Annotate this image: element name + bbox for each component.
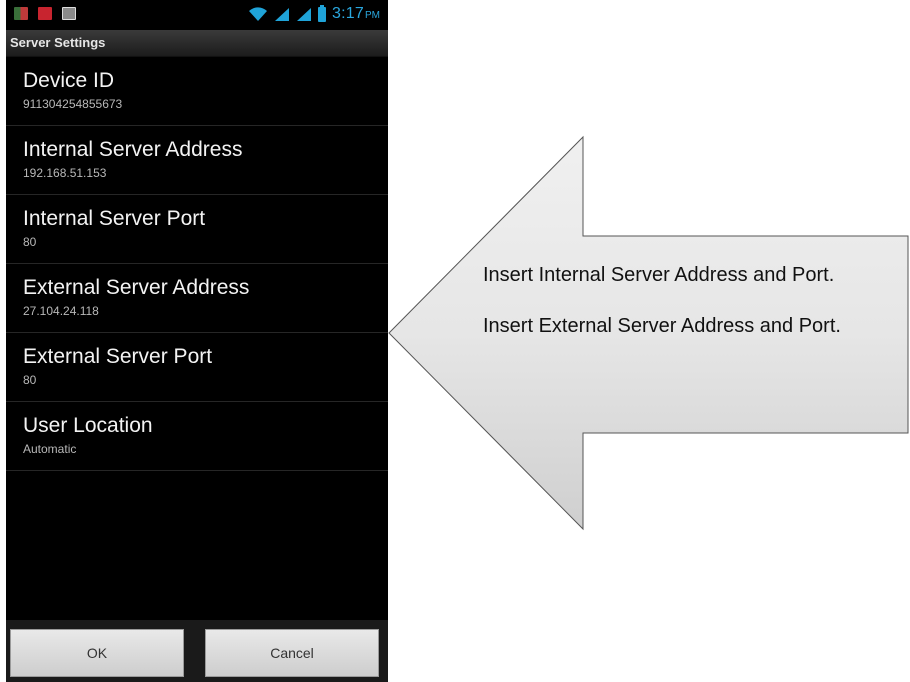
callout-text: Insert Internal Server Address and Port.… [483,260,903,362]
callout-line-internal: Insert Internal Server Address and Port. [483,264,835,286]
callout-line-external: Insert External Server Address and Port. [483,315,841,337]
